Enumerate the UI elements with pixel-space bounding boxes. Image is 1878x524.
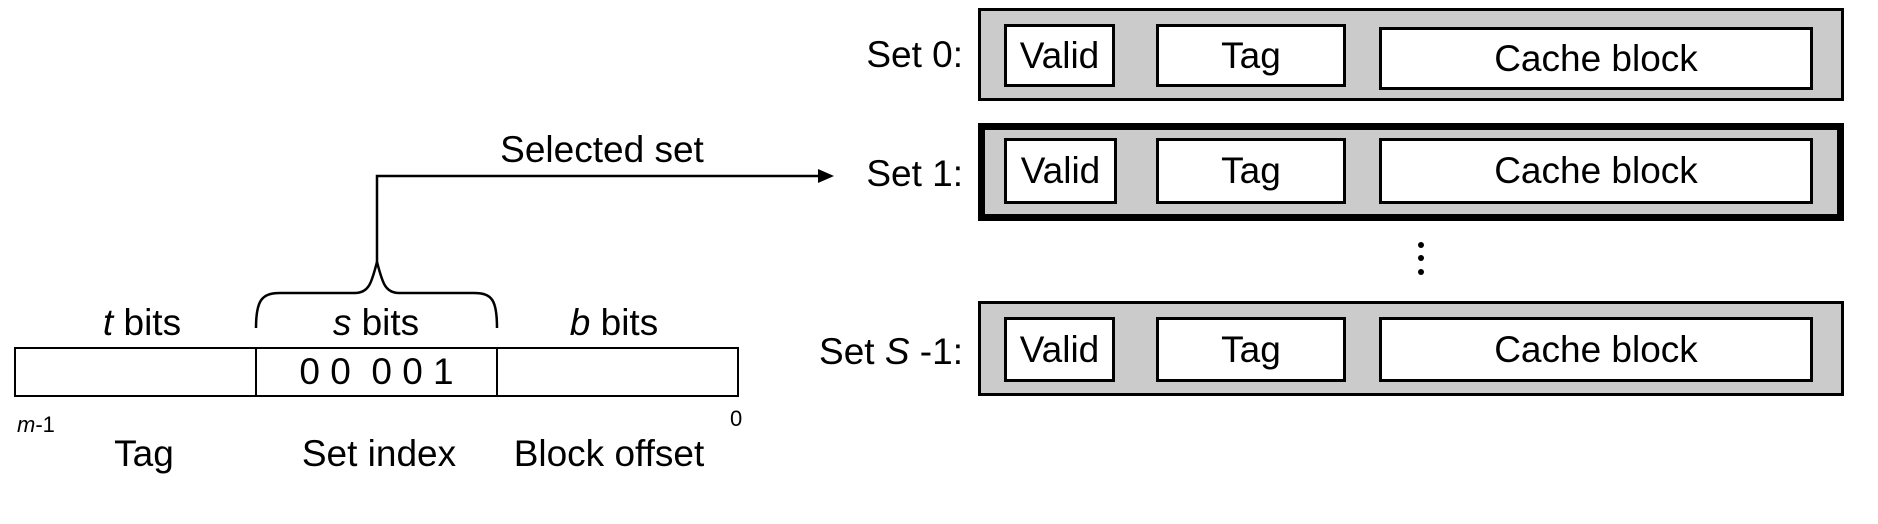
s-bits-label: s bits xyxy=(332,302,420,343)
msb-label: m-1 xyxy=(17,412,55,437)
set-0: Valid Tag Cache block xyxy=(978,8,1844,101)
cache-block-cell: Cache block xyxy=(1379,138,1813,204)
tag-field xyxy=(16,349,257,395)
lsb-label: 0 xyxy=(730,406,743,431)
set-0-label: Set 0: xyxy=(866,34,963,75)
block-offset-field xyxy=(498,349,737,395)
tag-field-label: Tag xyxy=(114,433,174,474)
tag-cell: Tag xyxy=(1156,138,1346,204)
address-bar: 0 0 0 0 1 xyxy=(14,347,739,397)
selected-set-line xyxy=(375,174,820,262)
set-index-label: Set index xyxy=(301,433,457,474)
valid-cell: Valid xyxy=(1004,24,1115,87)
b-bits-label: b bits xyxy=(569,302,659,343)
t-bits-label: t bits xyxy=(102,302,182,343)
valid-cell: Valid xyxy=(1004,317,1115,382)
ellipsis-dot xyxy=(1418,255,1424,261)
set-1-label: Set 1: xyxy=(866,153,963,194)
set-s-minus-1: Valid Tag Cache block xyxy=(978,301,1844,396)
tag-cell: Tag xyxy=(1156,317,1346,382)
set-index-field: 0 0 0 0 1 xyxy=(257,349,498,395)
set-1-selected: Valid Tag Cache block xyxy=(978,123,1844,221)
block-offset-label: Block offset xyxy=(513,433,705,474)
set-s-minus-1-label: Set S -1: xyxy=(819,331,963,372)
cache-block-cell: Cache block xyxy=(1379,317,1813,382)
ellipsis-dot xyxy=(1418,269,1424,275)
cache-block-cell: Cache block xyxy=(1379,27,1813,90)
tag-cell: Tag xyxy=(1156,24,1346,87)
arrow-head-icon xyxy=(818,169,834,183)
ellipsis-dot xyxy=(1418,242,1424,248)
selected-set-label: Selected set xyxy=(500,129,704,170)
valid-cell: Valid xyxy=(1004,138,1117,204)
